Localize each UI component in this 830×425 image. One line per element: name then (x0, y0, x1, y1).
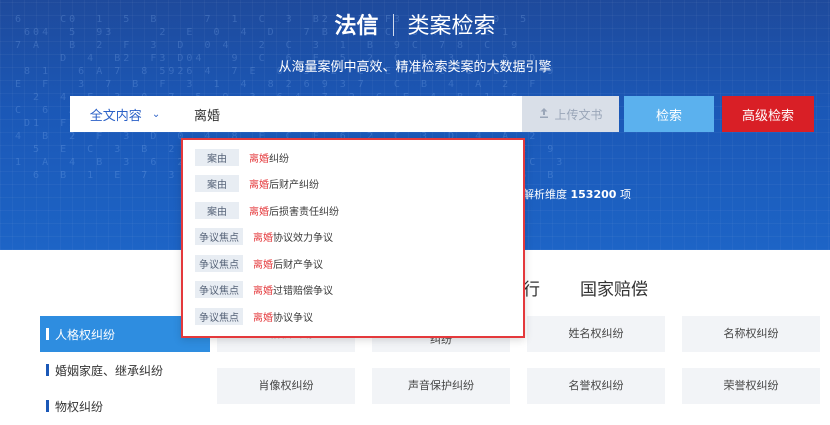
suggestion-highlight: 离婚 (249, 206, 269, 218)
search-suggestions-dropdown: 案由 离婚纠纷 案由 离婚后财产纠纷 案由 离婚后损害责任纠纷 争议焦点 离婚协… (181, 138, 525, 338)
suggestion-highlight: 离婚 (253, 233, 273, 245)
search-button[interactable]: 检索 (624, 96, 714, 132)
suggestion-item[interactable]: 案由 离婚纠纷 (183, 144, 523, 171)
sidebar-marker (46, 400, 49, 412)
suggestion-rest: 后损害责任纠纷 (269, 206, 339, 218)
suggestion-tag: 争议焦点 (195, 307, 243, 325)
suggestion-highlight: 离婚 (249, 153, 269, 165)
suggestion-tag: 争议焦点 (195, 228, 243, 246)
search-bar: 全文内容 ⌄ (70, 96, 522, 132)
suggestion-text: 离婚后损害责任纠纷 (249, 203, 339, 218)
slogan: 从海量案例中高效、精准检索类案的大数据引擎 (278, 60, 552, 75)
suggestion-rest: 后财产纠纷 (269, 180, 319, 192)
suggestion-item[interactable]: 争议焦点 离婚协议效力争议 (183, 224, 523, 251)
cause-cell[interactable]: 姓名权纠纷 (527, 316, 665, 352)
suggestion-highlight: 离婚 (253, 286, 273, 298)
cause-cell[interactable]: 荣誉权纠纷 (682, 368, 820, 404)
advanced-search-button[interactable]: 高级检索 (722, 96, 814, 132)
brand-logo-text: 法信 (334, 14, 379, 39)
upload-document-button[interactable]: 上传文书 (522, 96, 619, 132)
cause-cell[interactable]: 肖像权纠纷 (217, 368, 355, 404)
suggestion-tag: 案由 (195, 201, 239, 219)
suggestion-item[interactable]: 争议焦点 离婚协议争议 (183, 303, 523, 330)
stats-value: 153200 (570, 188, 617, 201)
upload-label: 上传文书 (554, 107, 603, 122)
stats-suffix: 项 (619, 188, 631, 201)
suggestion-rest: 纠纷 (269, 153, 289, 165)
suggestion-item[interactable]: 案由 离婚后财产纠纷 (183, 171, 523, 198)
suggestion-rest: 协议争议 (273, 312, 313, 324)
sidebar-item-label: 物权纠纷 (55, 399, 104, 414)
cause-cell[interactable]: 名誉权纠纷 (527, 368, 665, 404)
suggestion-text: 离婚后财产争议 (253, 256, 323, 271)
sidebar-item-label: 人格权纠纷 (55, 327, 116, 342)
sidebar-item-label: 婚姻家庭、继承纠纷 (55, 363, 164, 378)
sidebar-marker (46, 364, 49, 376)
suggestion-tag: 争议焦点 (195, 281, 243, 299)
suggestion-rest: 后财产争议 (273, 259, 323, 271)
cause-cell[interactable]: 名称权纠纷 (682, 316, 820, 352)
suggestion-tag: 争议焦点 (195, 254, 243, 272)
suggestion-text: 离婚纠纷 (249, 150, 289, 165)
chevron-down-icon: ⌄ (151, 108, 161, 120)
upload-icon (538, 107, 550, 122)
page-title: 法信 类案检索 (0, 8, 830, 40)
suggestion-tag: 案由 (195, 148, 239, 166)
search-scope-select[interactable]: 全文内容 ⌄ (70, 96, 180, 132)
title-divider (392, 14, 394, 36)
suggestion-rest: 协议效力争议 (273, 233, 333, 245)
tab-partial-execution[interactable]: 行 (523, 275, 540, 300)
suggestion-item[interactable]: 争议焦点 离婚后财产争议 (183, 250, 523, 277)
suggestion-rest: 过错赔偿争议 (273, 286, 333, 298)
suggestion-text: 离婚过错赔偿争议 (253, 282, 333, 297)
suggestion-text: 离婚协议争议 (253, 309, 313, 324)
suggestion-text: 离婚协议效力争议 (253, 229, 333, 244)
suggestion-text: 离婚后财产纠纷 (249, 176, 319, 191)
suggestion-highlight: 离婚 (249, 180, 269, 192)
sidebar-marker (46, 328, 49, 340)
cause-cell[interactable]: 声音保护纠纷 (372, 368, 510, 404)
search-scope-label: 全文内容 (89, 108, 142, 124)
stats-text: 解析维度 153200 项 (523, 186, 631, 202)
stats-prefix: 解析维度 (523, 188, 567, 201)
search-input[interactable] (180, 96, 522, 132)
suggestion-item[interactable]: 案由 离婚后损害责任纠纷 (183, 197, 523, 224)
sidebar-item-marriage-family[interactable]: 婚姻家庭、继承纠纷 (40, 352, 210, 388)
brand-subtitle: 类案检索 (407, 14, 496, 39)
suggestion-highlight: 离婚 (253, 312, 273, 324)
tab-state-compensation[interactable]: 国家赔偿 (580, 275, 648, 300)
sidebar-item-property-rights[interactable]: 物权纠纷 (40, 388, 210, 424)
suggestion-item[interactable]: 争议焦点 离婚过错赔偿争议 (183, 277, 523, 304)
suggestion-highlight: 离婚 (253, 259, 273, 271)
suggestion-tag: 案由 (195, 175, 239, 193)
